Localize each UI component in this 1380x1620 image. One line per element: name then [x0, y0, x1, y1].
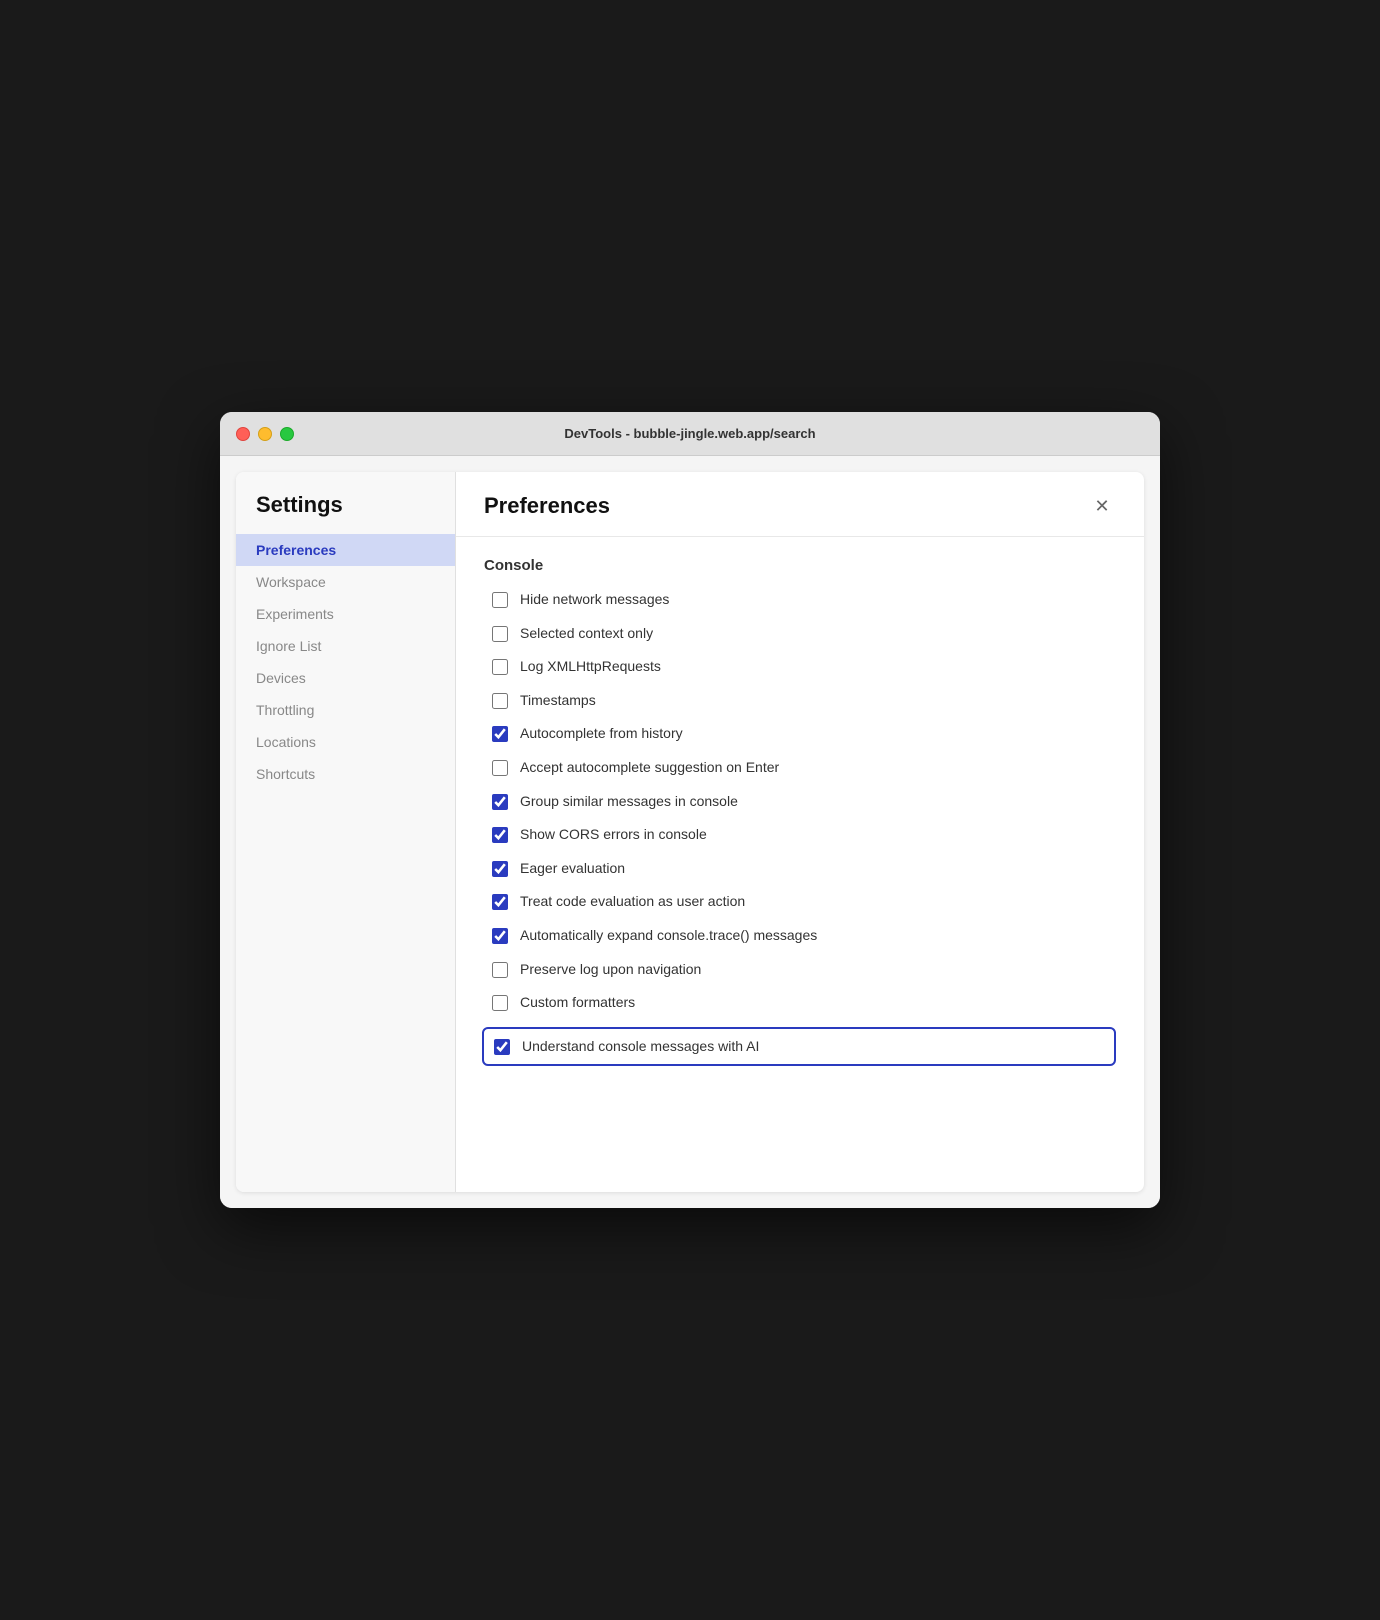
checkbox-hide-network-input[interactable]: [492, 592, 508, 608]
sidebar-item-ignore-list[interactable]: Ignore List: [236, 630, 455, 662]
minimize-traffic-light[interactable]: [258, 427, 272, 441]
sidebar-item-locations[interactable]: Locations: [236, 726, 455, 758]
checkbox-selected-context: Selected context only: [484, 624, 1116, 644]
sidebar-item-preferences[interactable]: Preferences: [236, 534, 455, 566]
maximize-traffic-light[interactable]: [280, 427, 294, 441]
checkbox-understand-console-input[interactable]: [494, 1039, 510, 1055]
traffic-lights: [236, 427, 294, 441]
checkbox-preserve-log-label: Preserve log upon navigation: [520, 960, 701, 980]
checkbox-hide-network-label: Hide network messages: [520, 590, 669, 610]
checkbox-show-cors-label: Show CORS errors in console: [520, 825, 707, 845]
checkbox-understand-console-label: Understand console messages with AI: [522, 1037, 759, 1057]
main-header: Preferences ✕: [456, 472, 1144, 537]
checkbox-preserve-log-input[interactable]: [492, 962, 508, 978]
checkbox-timestamps: Timestamps: [484, 691, 1116, 711]
checkbox-selected-context-input[interactable]: [492, 626, 508, 642]
window-body: Settings Preferences Workspace Experimen…: [220, 456, 1160, 1208]
checkbox-custom-formatters-label: Custom formatters: [520, 993, 635, 1013]
checkbox-treat-code: Treat code evaluation as user action: [484, 892, 1116, 912]
checkbox-log-xml: Log XMLHttpRequests: [484, 657, 1116, 677]
settings-container: Settings Preferences Workspace Experimen…: [236, 472, 1144, 1192]
checkbox-accept-autocomplete-input[interactable]: [492, 760, 508, 776]
checkbox-log-xml-label: Log XMLHttpRequests: [520, 657, 661, 677]
checkbox-preserve-log: Preserve log upon navigation: [484, 960, 1116, 980]
sidebar: Settings Preferences Workspace Experimen…: [236, 472, 456, 1192]
checkbox-log-xml-input[interactable]: [492, 659, 508, 675]
checkbox-hide-network: Hide network messages: [484, 590, 1116, 610]
checkbox-eager-eval-input[interactable]: [492, 861, 508, 877]
checkbox-group-similar-label: Group similar messages in console: [520, 792, 738, 812]
checkbox-treat-code-input[interactable]: [492, 894, 508, 910]
sidebar-item-experiments[interactable]: Experiments: [236, 598, 455, 630]
checkbox-selected-context-label: Selected context only: [520, 624, 653, 644]
checkbox-eager-eval-label: Eager evaluation: [520, 859, 625, 879]
checkbox-treat-code-label: Treat code evaluation as user action: [520, 892, 745, 912]
checkbox-autocomplete-history: Autocomplete from history: [484, 724, 1116, 744]
checkbox-auto-expand-label: Automatically expand console.trace() mes…: [520, 926, 817, 946]
titlebar: DevTools - bubble-jingle.web.app/search: [220, 412, 1160, 456]
devtools-window: DevTools - bubble-jingle.web.app/search …: [220, 412, 1160, 1208]
checkbox-group-similar-input[interactable]: [492, 794, 508, 810]
checkbox-show-cors: Show CORS errors in console: [484, 825, 1116, 845]
sidebar-item-devices[interactable]: Devices: [236, 662, 455, 694]
checkbox-understand-console-row: Understand console messages with AI: [482, 1027, 1116, 1067]
checkbox-group-similar: Group similar messages in console: [484, 792, 1116, 812]
checkbox-show-cors-input[interactable]: [492, 827, 508, 843]
close-button[interactable]: ✕: [1088, 492, 1116, 520]
main-title: Preferences: [484, 493, 610, 519]
sidebar-item-shortcuts[interactable]: Shortcuts: [236, 758, 455, 790]
main-content: Preferences ✕ Console Hide network messa…: [456, 472, 1144, 1192]
checkbox-eager-eval: Eager evaluation: [484, 859, 1116, 879]
sidebar-item-workspace[interactable]: Workspace: [236, 566, 455, 598]
sidebar-heading: Settings: [236, 492, 455, 534]
sidebar-item-throttling[interactable]: Throttling: [236, 694, 455, 726]
content-scroll[interactable]: Console Hide network messages Selected c…: [456, 537, 1144, 1192]
section-title: Console: [484, 557, 1116, 574]
checkbox-auto-expand-input[interactable]: [492, 928, 508, 944]
titlebar-title: DevTools - bubble-jingle.web.app/search: [564, 426, 815, 441]
checkbox-custom-formatters-input[interactable]: [492, 995, 508, 1011]
close-traffic-light[interactable]: [236, 427, 250, 441]
checkbox-autocomplete-history-input[interactable]: [492, 726, 508, 742]
checkbox-accept-autocomplete: Accept autocomplete suggestion on Enter: [484, 758, 1116, 778]
checkbox-accept-autocomplete-label: Accept autocomplete suggestion on Enter: [520, 758, 779, 778]
checkbox-auto-expand: Automatically expand console.trace() mes…: [484, 926, 1116, 946]
checkbox-autocomplete-history-label: Autocomplete from history: [520, 724, 683, 744]
checkbox-timestamps-input[interactable]: [492, 693, 508, 709]
checkbox-timestamps-label: Timestamps: [520, 691, 596, 711]
checkbox-custom-formatters: Custom formatters: [484, 993, 1116, 1013]
